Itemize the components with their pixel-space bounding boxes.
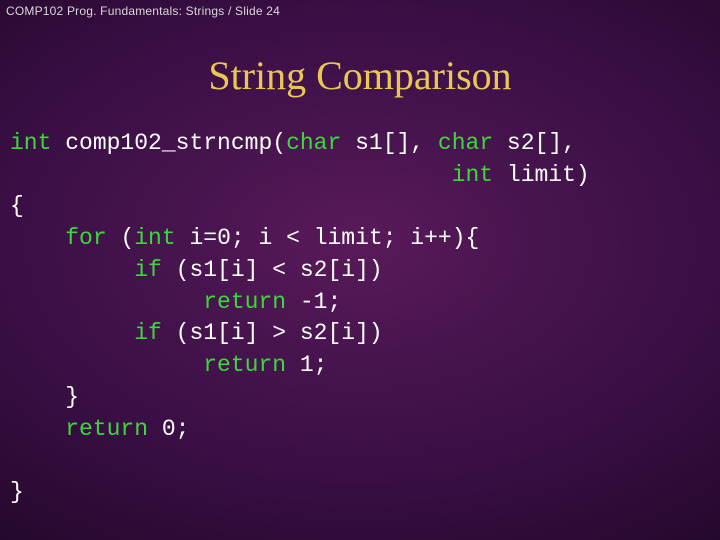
code-text: (s1[i] < s2[i]) — [162, 257, 383, 283]
code-text — [10, 416, 65, 442]
kw-if: if — [134, 257, 162, 283]
kw-for: for — [65, 225, 106, 251]
kw-return: return — [203, 289, 286, 315]
code-text — [10, 320, 134, 346]
code-block: int comp102_strncmp(char s1[], char s2[]… — [10, 128, 590, 509]
kw-return: return — [65, 416, 148, 442]
code-text: 0; — [148, 416, 189, 442]
code-text — [10, 162, 452, 188]
kw-char: char — [286, 130, 341, 156]
code-text — [10, 225, 65, 251]
slide-header: COMP102 Prog. Fundamentals: Strings / Sl… — [6, 4, 280, 18]
code-text: s1[], — [341, 130, 438, 156]
code-text: 1; — [286, 352, 327, 378]
code-text: limit) — [493, 162, 590, 188]
code-text — [10, 289, 203, 315]
code-text: (s1[i] > s2[i]) — [162, 320, 383, 346]
code-text: ( — [107, 225, 135, 251]
slide-title: String Comparison — [0, 52, 720, 99]
code-text: { — [10, 193, 24, 219]
code-text: comp102_strncmp( — [51, 130, 286, 156]
code-text: -1; — [286, 289, 341, 315]
kw-int: int — [134, 225, 175, 251]
kw-int: int — [10, 130, 51, 156]
code-text — [10, 352, 203, 378]
code-text — [10, 257, 134, 283]
code-text: } — [10, 384, 79, 410]
code-text: } — [10, 479, 24, 505]
kw-int: int — [452, 162, 493, 188]
kw-return: return — [203, 352, 286, 378]
kw-char: char — [438, 130, 493, 156]
code-text: s2[], — [493, 130, 576, 156]
code-text: i=0; i < limit; i++){ — [176, 225, 480, 251]
kw-if: if — [134, 320, 162, 346]
